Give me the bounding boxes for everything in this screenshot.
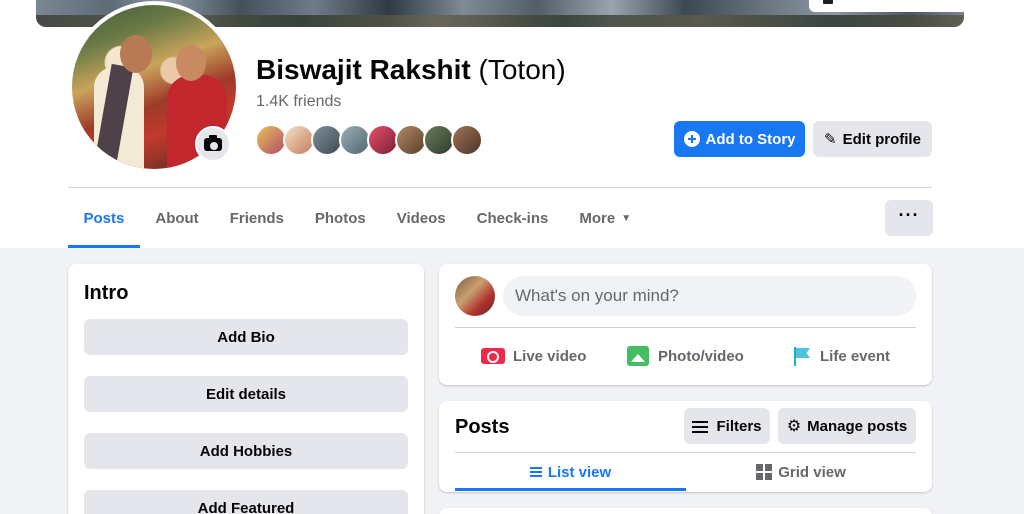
filters-label: Filters [716,417,762,435]
posts-card: Posts Filters ⚙ Manage posts List view G… [439,401,932,492]
tab-check-ins[interactable]: Check-ins [461,188,564,248]
tab-friends[interactable]: Friends [214,188,299,248]
edit-cover-photo-button[interactable] [809,0,964,12]
tab-label: More [579,209,616,227]
manage-posts-button[interactable]: ⚙ Manage posts [778,408,916,444]
flag-icon [792,346,812,366]
more-options-button[interactable]: ··· [885,200,933,236]
composer-divider [455,327,916,328]
list-view-tab[interactable]: List view [455,453,686,491]
posts-title: Posts [455,416,510,438]
tab-label: About [155,209,199,227]
tab-photos[interactable]: Photos [299,188,381,248]
tab-videos[interactable]: Videos [381,188,461,248]
manage-posts-label: Manage posts [807,417,908,435]
photo-video-label: Photo/video [658,347,744,365]
pencil-icon: ✎ [824,131,837,148]
profile-name: Biswajit Rakshit (Toton) [256,54,566,86]
add-bio-button[interactable]: Add Bio [84,319,408,355]
live-video-button[interactable]: Live video [481,344,586,368]
camera-icon [204,134,222,151]
composer-card: What's on your mind? Live video Photo/vi… [439,264,932,385]
avatar-figure [120,35,152,73]
grid-view-tab[interactable]: Grid view [686,453,916,491]
add-featured-button[interactable]: Add Featured [84,490,408,514]
filters-button[interactable]: Filters [684,408,770,444]
profile-nickname: (Toton) [478,54,566,85]
life-event-button[interactable]: Life event [792,344,890,368]
grid-icon [756,464,773,480]
tab-label: Friends [229,209,284,227]
plus-circle-icon [683,131,700,147]
edit-details-button[interactable]: Edit details [84,376,408,412]
tab-label: Videos [396,209,446,227]
tab-label: Photos [314,209,366,227]
tab-about[interactable]: About [140,188,214,248]
next-post-card [439,508,932,514]
composer-avatar[interactable] [455,276,495,316]
add-to-story-label: Add to Story [705,130,796,148]
edit-profile-label: Edit profile [842,130,921,148]
grid-view-label: Grid view [778,463,846,481]
add-to-story-button[interactable]: Add to Story [674,121,805,157]
tab-label: Check-ins [476,209,549,227]
friends-count-link[interactable]: 1.4K friends [256,93,341,111]
intro-card: Intro Add Bio Edit details Add Hobbies A… [68,264,424,514]
live-video-label: Live video [513,347,587,365]
status-input[interactable]: What's on your mind? [503,276,916,316]
tab-more[interactable]: More ▼ [564,188,647,248]
add-hobbies-button[interactable]: Add Hobbies [84,433,408,469]
tab-posts[interactable]: Posts [68,188,140,248]
profile-name-text: Biswajit Rakshit [256,54,471,85]
live-video-icon [481,348,505,364]
list-view-label: List view [547,463,612,481]
photo-icon [627,346,649,366]
camera-icon [823,0,833,4]
filters-icon [692,420,709,433]
list-icon [529,466,542,478]
friend-avatar[interactable] [451,124,483,156]
photo-video-button[interactable]: Photo/video [627,344,744,368]
profile-tabs: Posts About Friends Photos Videos Check-… [68,188,647,248]
caret-down-icon: ▼ [621,212,632,224]
life-event-label: Life event [820,347,891,365]
update-profile-picture-button[interactable] [195,126,231,162]
gear-icon: ⚙ [786,418,802,435]
edit-profile-button[interactable]: ✎ Edit profile [813,121,932,157]
intro-title: Intro [84,282,129,304]
tab-label: Posts [83,209,125,227]
avatar-figure [176,45,206,81]
